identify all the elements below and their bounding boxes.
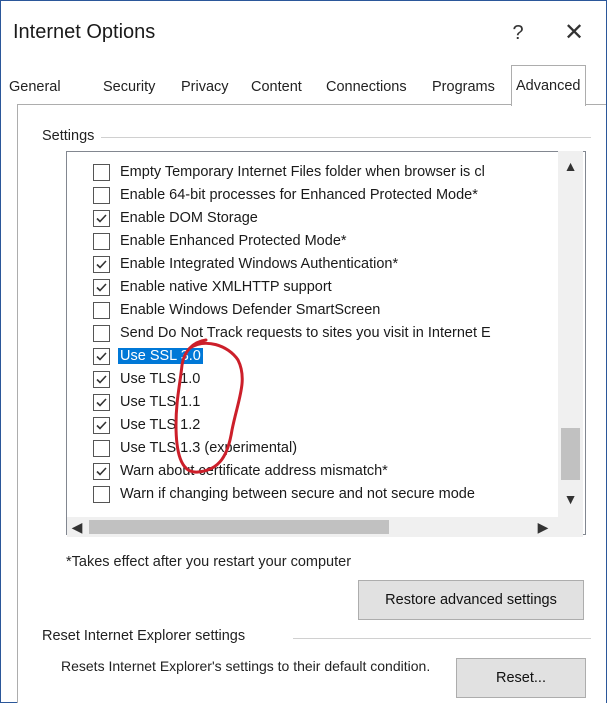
setting-label: Enable native XMLHTTP support (120, 279, 332, 295)
window-title: Internet Options (13, 21, 156, 43)
tab-programs[interactable]: Programs (428, 73, 499, 101)
setting-checkbox[interactable] (93, 416, 110, 434)
setting-label: Warn about certificate address mismatch* (120, 463, 388, 479)
setting-checkbox[interactable] (93, 255, 110, 273)
setting-checkbox[interactable] (93, 232, 110, 250)
advanced-settings-list[interactable]: Empty Temporary Internet Files folder wh… (66, 151, 586, 535)
vertical-scroll-thumb[interactable] (561, 428, 580, 480)
help-button[interactable]: ? (498, 15, 538, 51)
setting-row[interactable]: Enable 64-bit processes for Enhanced Pro… (67, 183, 480, 207)
setting-checkbox[interactable] (93, 370, 110, 388)
scroll-left-icon[interactable]: ◀ (67, 517, 87, 537)
checkmark-icon (96, 282, 107, 292)
horizontal-scroll-thumb[interactable] (89, 520, 389, 534)
setting-checkbox[interactable] (93, 324, 110, 342)
setting-checkbox[interactable] (93, 301, 110, 319)
scroll-right-icon[interactable]: ▶ (533, 517, 553, 537)
checkmark-icon (96, 397, 107, 407)
setting-label: Send Do Not Track requests to sites you … (120, 325, 491, 341)
setting-row[interactable]: Use TLS 1.2 (67, 413, 202, 437)
restart-note: *Takes effect after you restart your com… (66, 554, 352, 570)
restore-advanced-settings-button[interactable]: Restore advanced settings (358, 580, 584, 620)
setting-label: Empty Temporary Internet Files folder wh… (120, 164, 485, 180)
setting-checkbox[interactable] (93, 347, 110, 365)
tab-advanced[interactable]: Advanced (511, 65, 586, 106)
reset-group-divider (293, 638, 591, 639)
setting-checkbox[interactable] (93, 209, 110, 227)
setting-label: Use SSL 3.0 (118, 348, 203, 364)
close-button[interactable]: ✕ (554, 15, 594, 51)
horizontal-scrollbar[interactable]: ◀ ▶ (67, 517, 558, 537)
setting-row[interactable]: Enable Windows Defender SmartScreen (67, 298, 382, 322)
setting-row[interactable]: Send Do Not Track requests to sites you … (67, 321, 493, 345)
setting-row[interactable]: Enable DOM Storage (67, 206, 260, 230)
reset-button[interactable]: Reset... (456, 658, 586, 698)
checkmark-icon (96, 213, 107, 223)
setting-label: Use TLS 1.1 (120, 394, 201, 410)
title-bar: Internet Options ? ✕ (1, 1, 606, 59)
setting-row[interactable]: Enable Integrated Windows Authentication… (67, 252, 400, 276)
setting-checkbox[interactable] (93, 439, 110, 457)
internet-options-window: Internet Options ? ✕ General Security Pr… (0, 0, 607, 703)
checkmark-icon (96, 374, 107, 384)
setting-label: Enable DOM Storage (120, 210, 258, 226)
setting-label: Enable Integrated Windows Authentication… (120, 256, 399, 272)
setting-row[interactable]: Use TLS 1.3 (experimental) (67, 436, 299, 460)
setting-checkbox[interactable] (93, 393, 110, 411)
reset-description: Resets Internet Explorer's settings to t… (61, 658, 431, 674)
setting-checkbox[interactable] (93, 278, 110, 296)
setting-label: Use TLS 1.0 (120, 371, 201, 387)
settings-group-label: Settings (39, 128, 98, 144)
setting-row[interactable]: Warn about certificate address mismatch* (67, 459, 390, 483)
setting-label: Enable 64-bit processes for Enhanced Pro… (120, 187, 478, 203)
tab-security[interactable]: Security (99, 73, 159, 101)
setting-label: Use TLS 1.3 (experimental) (120, 440, 298, 456)
scroll-up-icon[interactable]: ▲ (558, 156, 583, 176)
setting-label: Use TLS 1.2 (120, 417, 201, 433)
setting-label: Enable Enhanced Protected Mode* (120, 233, 347, 249)
setting-row[interactable]: Use TLS 1.0 (67, 367, 202, 391)
checkmark-icon (96, 466, 107, 476)
setting-label: Enable Windows Defender SmartScreen (120, 302, 381, 318)
setting-checkbox[interactable] (93, 163, 110, 181)
setting-row[interactable]: Enable native XMLHTTP support (67, 275, 334, 299)
setting-row[interactable]: Empty Temporary Internet Files folder wh… (67, 160, 487, 184)
reset-group-label: Reset Internet Explorer settings (39, 628, 249, 644)
tab-strip: General Security Privacy Content Connect… (1, 65, 606, 106)
setting-checkbox[interactable] (93, 462, 110, 480)
settings-group-divider (101, 137, 591, 138)
setting-checkbox[interactable] (93, 186, 110, 204)
scrollbar-corner (558, 517, 583, 537)
scroll-down-icon[interactable]: ▼ (558, 487, 583, 511)
checkmark-icon (96, 420, 107, 430)
setting-row[interactable]: Warn if changing between secure and not … (67, 482, 477, 506)
setting-checkbox[interactable] (93, 485, 110, 503)
checkmark-icon (96, 259, 107, 269)
setting-label: Warn if changing between secure and not … (120, 486, 475, 502)
checkmark-icon (96, 351, 107, 361)
tab-content[interactable]: Content (247, 73, 306, 101)
tab-privacy[interactable]: Privacy (177, 73, 233, 101)
setting-row[interactable]: Enable Enhanced Protected Mode* (67, 229, 349, 253)
tab-general[interactable]: General (5, 73, 65, 101)
setting-row[interactable]: Use SSL 3.0 (67, 344, 203, 368)
setting-row[interactable]: Use TLS 1.1 (67, 390, 202, 414)
vertical-scrollbar[interactable]: ▲ ▼ (558, 151, 583, 517)
tab-connections[interactable]: Connections (322, 73, 411, 101)
